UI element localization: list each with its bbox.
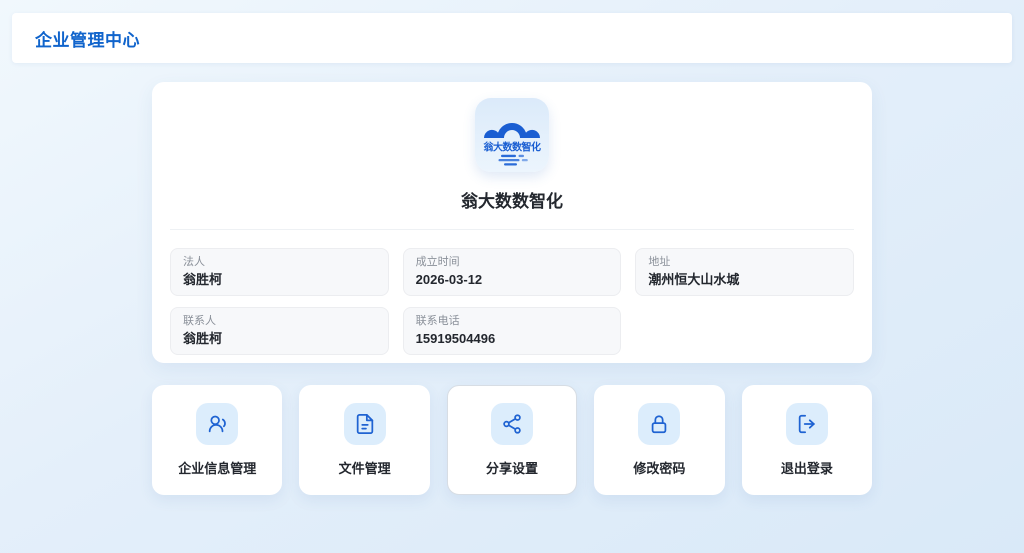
lock-icon [652,415,667,434]
action-label: 企业信息管理 [178,461,257,476]
action-logout[interactable]: 退出登录 [741,385,873,495]
action-share-settings[interactable]: 分享设置 [446,385,578,495]
icon-chip [638,403,681,445]
field-value: 潮州恒大山水城 [648,272,740,287]
file-document-icon [356,413,373,435]
cloud-bridge-logo-icon: 翁大数数智化 [484,122,541,166]
logo-text: 翁大数数智化 [484,141,541,154]
action-label: 修改密码 [633,461,686,476]
page-title: 企业管理中心 [35,30,140,50]
logout-icon [798,414,815,434]
action-cards-row: 企业信息管理 文件管理 分享设置 修改密码 退出登录 [152,385,873,495]
field-contact-person: 联系人 翁胜柯 [170,307,389,355]
field-address: 地址 潮州恒大山水城 [635,248,854,296]
field-label: 联系电话 [415,315,460,327]
company-logo-wrap: 翁大数数智化 [170,98,854,172]
action-label: 文件管理 [338,461,391,476]
field-value: 翁胜柯 [183,272,223,287]
share-icon [503,414,521,434]
action-change-password[interactable]: 修改密码 [594,385,725,495]
action-label: 退出登录 [780,461,833,476]
icon-chip [343,403,386,445]
icon-chip [196,403,239,445]
icon-chip [491,403,534,445]
field-value: 2026-03-12 [415,272,483,287]
users-icon [208,415,227,433]
action-enterprise-info-management[interactable]: 企业信息管理 [152,385,283,495]
field-legal-person: 法人 翁胜柯 [170,248,389,296]
header-bar: 企业管理中心 [12,13,1012,63]
field-value: 15919504496 [415,331,496,346]
field-value: 翁胜柯 [183,331,223,346]
field-label: 法人 [183,256,205,268]
field-established-date: 成立时间 2026-03-12 [402,248,622,296]
field-label: 联系人 [183,315,216,327]
action-file-management[interactable]: 文件管理 [299,385,430,495]
company-name: 翁大数数智化 [461,192,563,211]
company-logo: 翁大数数智化 [475,98,549,172]
field-contact-phone: 联系电话 15919504496 [402,307,622,355]
company-fields-grid: 法人 翁胜柯 成立时间 2026-03-12 地址 潮州恒大山水城 联系人 翁胜… [170,248,854,355]
field-label: 成立时间 [415,256,460,268]
divider [170,229,854,230]
action-label: 分享设置 [486,461,539,476]
icon-chip [785,403,828,445]
company-info-card: 翁大数数智化 翁大数数智化 法人 翁胜柯 成立时间 2026-03-12 地址 … [152,82,872,363]
field-label: 地址 [648,256,671,268]
logo-text-lines [498,154,528,166]
